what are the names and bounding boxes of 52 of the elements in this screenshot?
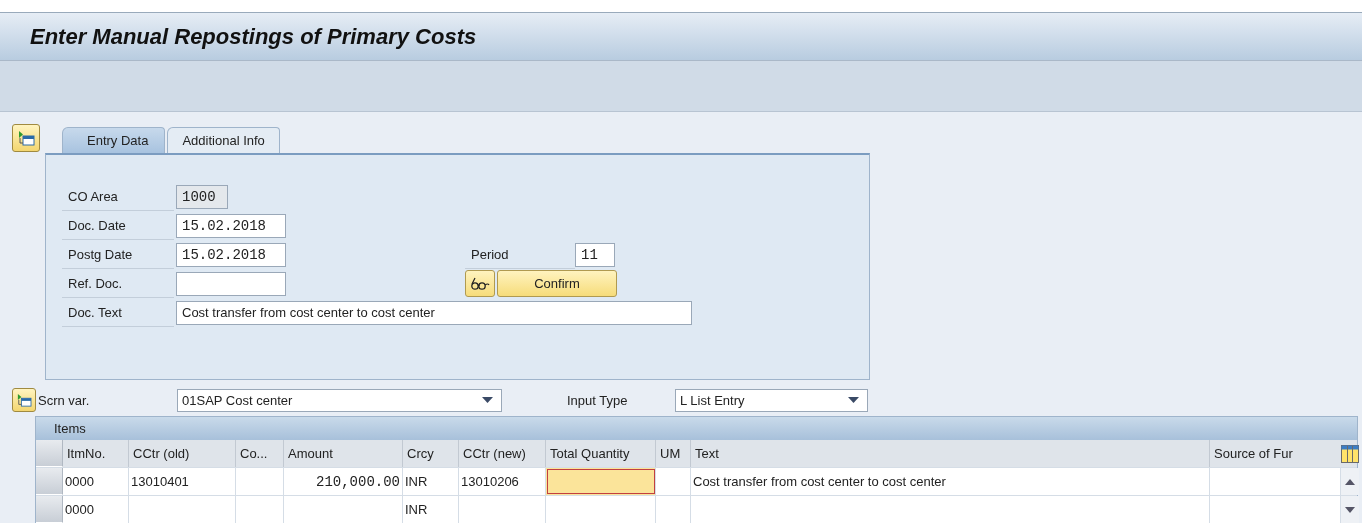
scroll-up-icon[interactable]: [1345, 478, 1355, 485]
table-title: Items: [54, 421, 86, 436]
field-label: CO Area: [62, 182, 174, 211]
column-header[interactable]: Source of Fur: [1210, 440, 1341, 467]
tab[interactable]: Entry Data: [62, 127, 166, 153]
table-cell[interactable]: 0000: [63, 496, 129, 523]
dropdown-field[interactable]: L List Entry: [675, 388, 868, 412]
column-settings-icon[interactable]: [1341, 444, 1359, 463]
table-cell[interactable]: 210,000.00: [284, 468, 403, 495]
table-cell[interactable]: INR: [403, 496, 459, 523]
field-label: Postg Date: [62, 240, 174, 269]
column-header[interactable]: ItmNo.: [63, 440, 129, 467]
tree-icon: [17, 130, 35, 146]
tree-icon: [16, 393, 32, 407]
table-cell[interactable]: 13010401: [129, 468, 236, 495]
dropdown-field[interactable]: 01SAP Cost center: [177, 388, 502, 412]
row-selector[interactable]: [36, 468, 63, 495]
input-field[interactable]: 11: [575, 242, 615, 267]
field-label: Doc. Text: [62, 298, 174, 327]
tab[interactable]: Additional Info: [167, 127, 280, 153]
field-label: Scrn var.: [38, 392, 91, 408]
table-cell[interactable]: INR: [403, 468, 459, 495]
input-field[interactable]: 15.02.2018: [176, 213, 286, 238]
column-header[interactable]: Crcy: [403, 440, 459, 467]
glasses-button[interactable]: [465, 270, 495, 297]
input-field[interactable]: 1000: [176, 184, 228, 209]
window-title: Enter Manual Repostings of Primary Costs: [30, 23, 477, 50]
dropdown-arrow-icon: [482, 397, 493, 403]
confirm-button[interactable]: Confirm: [497, 270, 617, 297]
table-cell[interactable]: Cost transfer from cost center to cost center: [691, 468, 1210, 495]
input-field[interactable]: 15.02.2018: [176, 242, 286, 267]
tree-toggle-button[interactable]: [12, 388, 36, 412]
column-header[interactable]: Text: [691, 440, 1210, 467]
column-header[interactable]: CCtr (new): [459, 440, 546, 467]
scroll-down-icon[interactable]: [1345, 506, 1355, 513]
dropdown-arrow-icon: [848, 397, 859, 403]
table-cell[interactable]: [546, 468, 656, 495]
field-label: Ref. Doc.: [62, 269, 174, 298]
table-cell[interactable]: 0000: [63, 468, 129, 495]
tree-toggle-button[interactable]: [12, 124, 40, 152]
glasses-icon: [470, 276, 490, 291]
input-field[interactable]: Cost transfer from cost center to cost center: [176, 300, 692, 325]
row-selector[interactable]: [36, 496, 63, 523]
column-header[interactable]: Total Quantity: [546, 440, 656, 467]
column-header[interactable]: CCtr (old): [129, 440, 236, 467]
select-all-cell[interactable]: [36, 440, 63, 467]
input-field[interactable]: [176, 271, 286, 296]
column-header[interactable]: Co...: [236, 440, 284, 467]
column-header[interactable]: UM: [656, 440, 691, 467]
field-label: Input Type: [567, 392, 629, 408]
column-header[interactable]: Amount: [284, 440, 403, 467]
field-label: Doc. Date: [62, 211, 174, 240]
